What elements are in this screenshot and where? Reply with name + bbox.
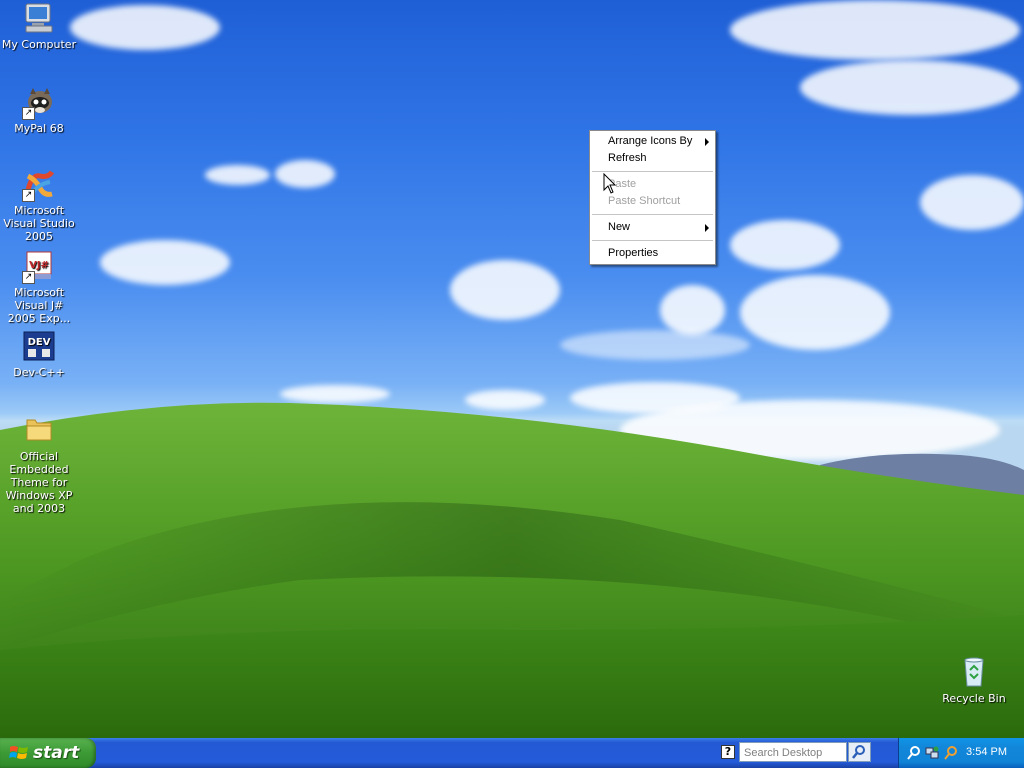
submenu-arrow-icon	[705, 224, 709, 232]
menu-separator	[592, 171, 713, 172]
magnifier-icon	[852, 745, 865, 759]
menu-item-label: Paste Shortcut	[608, 195, 681, 207]
jsharp-badge-text: VJ#	[29, 260, 49, 271]
desktop-search-tray-icon[interactable]	[906, 745, 922, 761]
submenu-arrow-icon	[705, 138, 709, 146]
desktop-icon-visual-studio[interactable]: ↗ Microsoft Visual Studio 2005	[0, 168, 78, 243]
desktop-icon-label: Microsoft Visual J# 2005 Exp...	[7, 286, 71, 325]
mypal-icon: ↗	[22, 86, 56, 120]
recycle-bin-icon	[957, 656, 991, 690]
menu-separator	[592, 240, 713, 241]
menu-item-label: New	[608, 221, 631, 233]
desktop-icon-mypal[interactable]: ↗ MyPal 68	[0, 86, 78, 135]
desktop-icon-label: Recycle Bin	[942, 692, 1006, 705]
menu-item-properties[interactable]: Properties	[590, 245, 715, 262]
start-button[interactable]: start	[0, 738, 96, 768]
bliss-hills	[0, 402, 1024, 738]
desktop-icon-visual-jsharp[interactable]: VJ# ↗ Microsoft Visual J# 2005 Exp...	[0, 250, 78, 325]
shortcut-arrow-icon: ↗	[22, 107, 35, 120]
menu-item-paste-shortcut: Paste Shortcut	[590, 193, 715, 210]
mouse-cursor-icon	[603, 173, 617, 194]
visual-jsharp-icon: VJ# ↗	[22, 250, 56, 284]
network-tray-icon[interactable]	[924, 745, 940, 761]
my-computer-icon	[22, 2, 56, 36]
visual-studio-icon: ↗	[22, 168, 56, 202]
desktop-icon-label: Official Embedded Theme for Windows XP a…	[5, 450, 73, 515]
windows-logo-icon	[9, 746, 28, 759]
desktop-icon-dev-cpp[interactable]: DEV Dev-C++	[0, 330, 78, 379]
dev-cpp-icon: DEV	[22, 330, 56, 364]
desktop-icon-label: MyPal 68	[14, 122, 64, 135]
shortcut-arrow-icon: ↗	[22, 189, 35, 202]
menu-item-refresh[interactable]: Refresh	[590, 150, 715, 167]
desktop-icon-label: Dev-C++	[13, 366, 65, 379]
desktop-icon-label: Microsoft Visual Studio 2005	[3, 204, 75, 243]
menu-item-label: Arrange Icons By	[608, 135, 693, 147]
taskbar: start ? Search Desktop 3:54 PM	[0, 738, 1024, 768]
desktop[interactable]: My Computer ↗ MyPal 68 ↗ Microsoft Visua…	[0, 0, 1024, 738]
shortcut-arrow-icon: ↗	[22, 271, 35, 284]
desktop-icon-my-computer[interactable]: My Computer	[0, 2, 78, 51]
dev-badge-text: DEV	[28, 337, 51, 348]
menu-separator	[592, 214, 713, 215]
search-desktop-input[interactable]: Search Desktop	[739, 742, 847, 762]
desktop-icon-label: My Computer	[1, 38, 77, 51]
folder-icon	[22, 414, 56, 448]
help-icon[interactable]: ?	[721, 745, 735, 759]
search-go-button[interactable]	[848, 742, 871, 762]
start-label: start	[33, 743, 80, 763]
desktop-icon-recycle-bin[interactable]: Recycle Bin	[935, 656, 1013, 705]
menu-item-new[interactable]: New	[590, 219, 715, 236]
menu-item-arrange-icons-by[interactable]: Arrange Icons By	[590, 133, 715, 150]
clock[interactable]: 3:54 PM	[966, 746, 1007, 758]
desktop-icon-embedded-theme-folder[interactable]: Official Embedded Theme for Windows XP a…	[0, 414, 78, 515]
menu-item-label: Properties	[608, 247, 659, 259]
search-tray-icon[interactable]	[943, 745, 959, 761]
desktop-context-menu: Arrange Icons By Refresh Paste Paste Sho…	[589, 130, 716, 265]
system-tray: 3:54 PM	[898, 738, 1024, 768]
menu-item-label: Refresh	[608, 152, 647, 164]
